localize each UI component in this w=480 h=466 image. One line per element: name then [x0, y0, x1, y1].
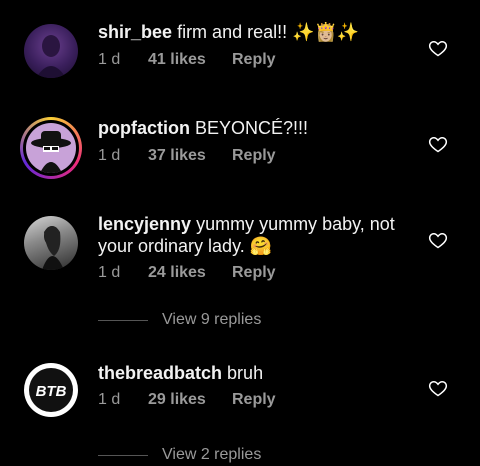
- avatar[interactable]: [24, 24, 78, 78]
- avatar[interactable]: [20, 117, 82, 179]
- comment-text: lencyjenny yummy yummy baby, not your or…: [98, 213, 398, 257]
- reply-button[interactable]: Reply: [232, 147, 276, 165]
- wide-brim-hat-logo-icon: [26, 123, 76, 173]
- comment-likes[interactable]: 29 likes: [148, 391, 232, 409]
- btb-logo-text: BTB: [36, 383, 67, 400]
- comment-body: bruh: [227, 363, 264, 383]
- comment-meta: 1 d 24 likes Reply: [98, 264, 276, 282]
- comment-likes[interactable]: 37 likes: [148, 147, 232, 165]
- comment-meta: 1 d 41 likes Reply: [98, 51, 276, 69]
- comment-username[interactable]: popfaction: [98, 118, 190, 138]
- heart-icon[interactable]: [428, 38, 448, 58]
- comment-body: BEYONCÉ?!!!: [195, 118, 309, 138]
- comment-likes[interactable]: 24 likes: [148, 264, 232, 282]
- heart-icon[interactable]: [428, 378, 448, 398]
- comment-text: popfaction BEYONCÉ?!!!: [98, 117, 398, 139]
- view-replies-label: View 9 replies: [162, 311, 262, 328]
- reply-button[interactable]: Reply: [232, 51, 276, 69]
- divider: [98, 454, 148, 456]
- comment-meta: 1 d 37 likes Reply: [98, 147, 276, 165]
- view-replies-label: View 2 replies: [162, 446, 262, 463]
- avatar[interactable]: BTB: [24, 363, 78, 417]
- profile-photo-icon: [36, 35, 66, 78]
- view-replies-button[interactable]: View 2 replies: [98, 446, 261, 464]
- comment-time: 1 d: [98, 391, 121, 408]
- heart-icon[interactable]: [428, 230, 448, 250]
- comment-username[interactable]: shir_bee: [98, 22, 172, 42]
- comment-time: 1 d: [98, 51, 121, 68]
- comment-username[interactable]: thebreadbatch: [98, 363, 222, 383]
- reply-button[interactable]: Reply: [232, 264, 276, 282]
- heart-icon[interactable]: [428, 134, 448, 154]
- comment-text: shir_bee firm and real!! ✨👸🏼✨: [98, 21, 398, 43]
- comment-time: 1 d: [98, 264, 121, 281]
- divider: [98, 319, 148, 321]
- avatar[interactable]: [24, 216, 78, 270]
- comment-text: thebreadbatch bruh: [98, 362, 398, 384]
- view-replies-button[interactable]: View 9 replies: [98, 311, 261, 329]
- profile-photo-icon: [42, 226, 64, 270]
- btb-logo-icon: BTB: [29, 368, 73, 412]
- comment-time: 1 d: [98, 147, 121, 164]
- reply-button[interactable]: Reply: [232, 391, 276, 409]
- comment-username[interactable]: lencyjenny: [98, 214, 191, 234]
- comment-likes[interactable]: 41 likes: [148, 51, 232, 69]
- comment-meta: 1 d 29 likes Reply: [98, 391, 276, 409]
- comment-body: firm and real!! ✨👸🏼✨: [177, 22, 360, 42]
